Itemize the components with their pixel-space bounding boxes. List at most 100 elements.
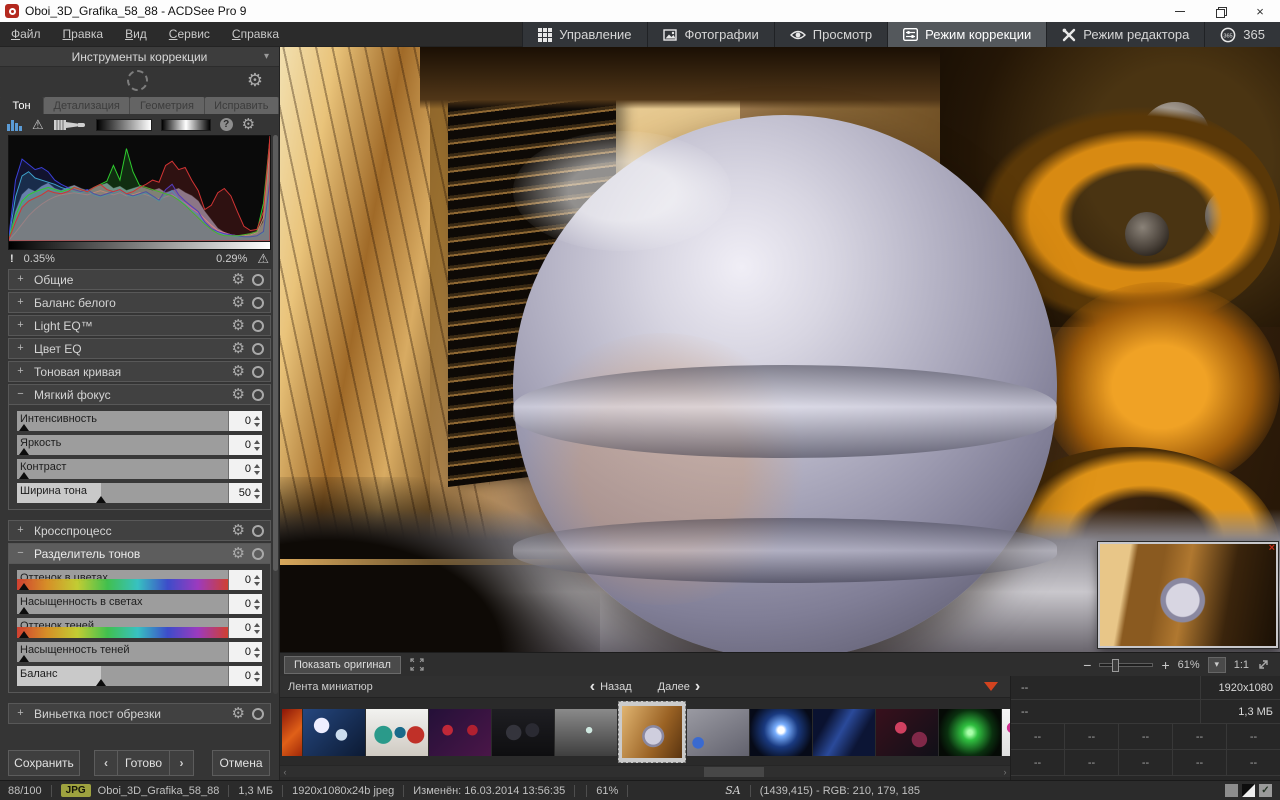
- section-cross-process[interactable]: + Кросспроцесс ⚙: [8, 520, 271, 541]
- thumbnail-image[interactable]: [939, 709, 1001, 756]
- filmstrip-thumbnail[interactable]: [813, 709, 875, 756]
- gear-icon[interactable]: ⚙: [232, 387, 245, 402]
- exposure-warning-icon[interactable]: ⚠: [32, 118, 44, 131]
- filmstrip-thumbnail[interactable]: [429, 709, 491, 756]
- reset-circle-icon[interactable]: [252, 274, 264, 286]
- panel-header[interactable]: Инструменты коррекции ▾: [0, 47, 279, 67]
- thumbnail-image[interactable]: [813, 709, 875, 756]
- actual-size-button[interactable]: 1:1: [1234, 659, 1249, 671]
- slider-highlight-hue[interactable]: Оттенок в цветах 0: [17, 570, 262, 590]
- filmstrip-scrollbar[interactable]: ‹ ›: [280, 765, 1010, 777]
- tab-develop-mode[interactable]: Режим коррекции: [887, 22, 1046, 47]
- tab-repair[interactable]: Исправить: [205, 97, 279, 114]
- filmstrip-thumbnail[interactable]: [939, 709, 1001, 756]
- slider-value[interactable]: 50: [228, 483, 262, 503]
- menu-help[interactable]: Справка: [221, 27, 290, 41]
- chevron-down-icon[interactable]: ▾: [264, 51, 269, 62]
- panel-scrollbar[interactable]: [273, 135, 278, 694]
- menu-view[interactable]: Вид: [114, 27, 158, 41]
- thumbnail-image[interactable]: [622, 706, 682, 758]
- slider-handle[interactable]: [19, 655, 29, 662]
- reset-circle-icon[interactable]: [252, 708, 264, 720]
- tab-photos[interactable]: Фотографии: [647, 22, 774, 47]
- tab-geometry[interactable]: Геометрия: [130, 97, 204, 114]
- spinner-arrows-icon[interactable]: [254, 488, 260, 499]
- thumbnail-image[interactable]: [429, 709, 491, 756]
- save-button[interactable]: Сохранить: [8, 750, 80, 776]
- reset-circle-icon[interactable]: [252, 297, 264, 309]
- zoom-out-button[interactable]: −: [1083, 658, 1091, 672]
- thumbnail-image[interactable]: [1002, 709, 1010, 756]
- radial-gradient-tool-icon[interactable]: [161, 119, 211, 131]
- checkmark-icon[interactable]: ✓: [1259, 784, 1272, 797]
- gear-icon[interactable]: ⚙: [242, 117, 255, 132]
- slider-shadow-hue[interactable]: Оттенок теней 0: [17, 618, 262, 638]
- filmstrip-thumbnail[interactable]: [492, 709, 554, 756]
- help-icon[interactable]: ?: [220, 118, 233, 131]
- slider-brightness[interactable]: Яркость 0: [17, 435, 262, 455]
- slider-handle[interactable]: [19, 424, 29, 431]
- solid-color-icon[interactable]: [1225, 784, 1238, 797]
- gear-icon[interactable]: ⚙: [232, 523, 245, 538]
- filmstrip-thumbnail[interactable]: [1002, 709, 1010, 756]
- reset-circle-icon[interactable]: [252, 366, 264, 378]
- previous-image-button[interactable]: ‹: [94, 750, 118, 776]
- tab-manage[interactable]: Управление: [522, 22, 646, 47]
- slider-balance[interactable]: Баланс 0: [17, 666, 262, 686]
- gradient-tool-icon[interactable]: [96, 119, 152, 131]
- scroll-right-icon[interactable]: ›: [1000, 767, 1010, 777]
- gear-icon[interactable]: ⚙: [232, 706, 245, 721]
- section-soft-focus[interactable]: − Мягкий фокус ⚙: [8, 384, 271, 405]
- menu-file[interactable]: Файл: [0, 27, 52, 41]
- contrast-preview-icon[interactable]: [1242, 784, 1255, 797]
- slider-value[interactable]: 0: [228, 459, 262, 479]
- spinner-arrows-icon[interactable]: [254, 599, 260, 610]
- slider-handle[interactable]: [19, 448, 29, 455]
- filmstrip-thumbnail[interactable]: [750, 709, 812, 756]
- thumbnail-image[interactable]: [366, 709, 428, 756]
- section-split-tone[interactable]: − Разделитель тонов ⚙: [8, 543, 271, 564]
- fullscreen-icon[interactable]: [410, 658, 424, 671]
- image-canvas[interactable]: ×: [280, 47, 1280, 652]
- filmstrip-thumbnail[interactable]: [555, 709, 617, 756]
- thumbnail-image[interactable]: [303, 709, 365, 756]
- reset-circle-icon[interactable]: [252, 320, 264, 332]
- filmstrip-thumbnail[interactable]: [366, 709, 428, 756]
- restore-button[interactable]: [1200, 0, 1240, 22]
- zoom-dropdown-button[interactable]: ▾: [1208, 657, 1226, 673]
- slider-contrast[interactable]: Контраст 0: [17, 459, 262, 479]
- slider-value[interactable]: 0: [228, 666, 262, 686]
- filmstrip-thumbnail[interactable]: [876, 709, 938, 756]
- thumbnail-image[interactable]: [555, 709, 617, 756]
- histogram-icon[interactable]: [7, 118, 23, 131]
- gear-icon[interactable]: ⚙: [247, 71, 263, 89]
- gear-icon[interactable]: ⚙: [232, 546, 245, 561]
- filmstrip-back-button[interactable]: ‹Назад: [590, 679, 632, 695]
- slider-handle[interactable]: [19, 631, 29, 638]
- thumbnail-image[interactable]: [750, 709, 812, 756]
- slider-value[interactable]: 0: [228, 618, 262, 638]
- tab-tone[interactable]: Тон: [0, 97, 44, 114]
- zoom-slider[interactable]: [1099, 663, 1153, 667]
- gear-icon[interactable]: ⚙: [232, 295, 245, 310]
- slider-value[interactable]: 0: [228, 411, 262, 431]
- expand-icon[interactable]: +: [15, 708, 26, 719]
- expand-icon[interactable]: +: [15, 366, 26, 377]
- gear-icon[interactable]: ⚙: [232, 341, 245, 356]
- slider-value[interactable]: 0: [228, 435, 262, 455]
- spinner-arrows-icon[interactable]: [254, 464, 260, 475]
- tab-edit-mode[interactable]: Режим редактора: [1046, 22, 1204, 47]
- reset-circle-icon[interactable]: [252, 343, 264, 355]
- spinner-arrows-icon[interactable]: [254, 647, 260, 658]
- section-general[interactable]: + Общие ⚙: [8, 269, 271, 290]
- gear-icon[interactable]: ⚙: [232, 364, 245, 379]
- spinner-arrows-icon[interactable]: [254, 623, 260, 634]
- reset-circle-icon[interactable]: [252, 389, 264, 401]
- histogram[interactable]: [8, 135, 271, 242]
- spinner-arrows-icon[interactable]: [254, 671, 260, 682]
- spinner-arrows-icon[interactable]: [254, 440, 260, 451]
- section-color-eq[interactable]: + Цвет EQ ⚙: [8, 338, 271, 359]
- slider-handle[interactable]: [96, 679, 106, 686]
- gear-icon[interactable]: ⚙: [232, 318, 245, 333]
- navigator-preview[interactable]: [1100, 544, 1276, 646]
